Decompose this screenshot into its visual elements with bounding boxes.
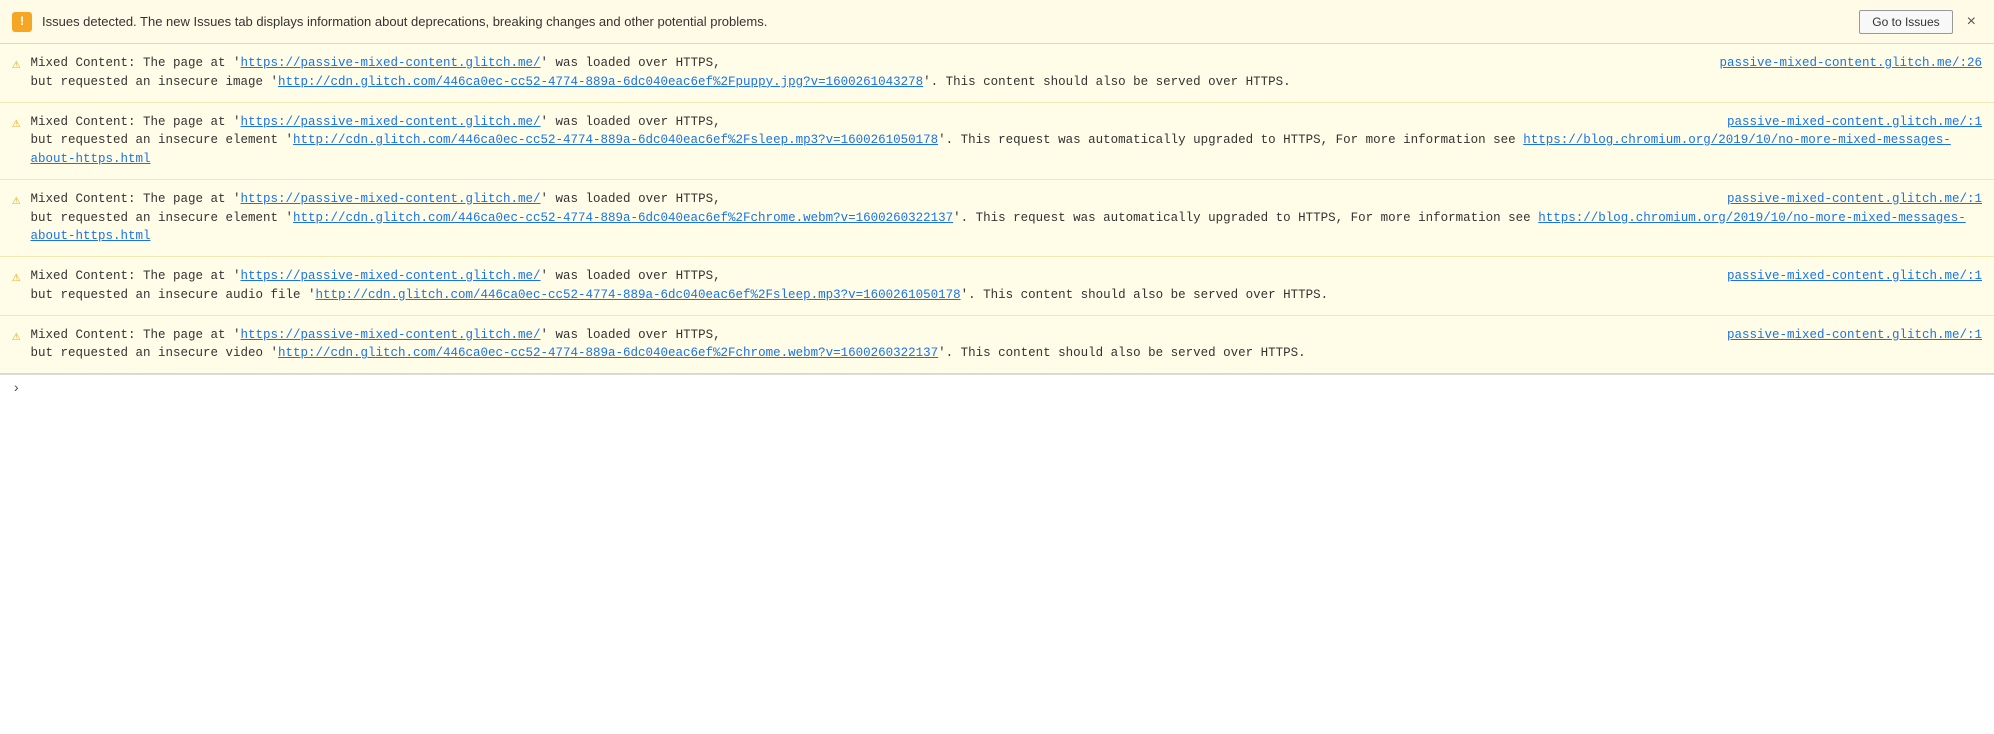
message-text: passive-mixed-content.glitch.me/:1Mixed … — [30, 267, 1982, 305]
chevron-right-icon[interactable]: › — [12, 381, 20, 397]
message-text: passive-mixed-content.glitch.me/:1Mixed … — [30, 326, 1982, 364]
message-text: passive-mixed-content.glitch.me/:1Mixed … — [30, 190, 1982, 246]
top-bar-left: ! Issues detected. The new Issues tab di… — [12, 12, 767, 32]
message-text: passive-mixed-content.glitch.me/:1Mixed … — [30, 113, 1982, 169]
message-row: ⚠ passive-mixed-content.glitch.me/:26Mixe… — [0, 44, 1994, 103]
warning-icon-top: ! — [12, 12, 32, 32]
page-url-link[interactable]: https://passive-mixed-content.glitch.me/ — [240, 192, 540, 206]
go-to-issues-button[interactable]: Go to Issues — [1859, 10, 1952, 34]
top-bar: ! Issues detected. The new Issues tab di… — [0, 0, 1994, 44]
resource-url-link[interactable]: http://cdn.glitch.com/446ca0ec-cc52-4774… — [293, 133, 938, 147]
message-row: ⚠ passive-mixed-content.glitch.me/:1Mixed… — [0, 103, 1994, 180]
top-bar-message: Issues detected. The new Issues tab disp… — [42, 14, 767, 29]
page-url-link[interactable]: https://passive-mixed-content.glitch.me/ — [240, 328, 540, 342]
message-row: ⚠ passive-mixed-content.glitch.me/:1Mixed… — [0, 180, 1994, 257]
warning-triangle-icon: ⚠ — [12, 268, 20, 289]
page-url-link[interactable]: https://passive-mixed-content.glitch.me/ — [240, 56, 540, 70]
resource-url-link[interactable]: http://cdn.glitch.com/446ca0ec-cc52-4774… — [278, 346, 938, 360]
warning-triangle-icon: ⚠ — [12, 55, 20, 76]
warning-triangle-icon: ⚠ — [12, 114, 20, 135]
message-row: ⚠ passive-mixed-content.glitch.me/:1Mixed… — [0, 316, 1994, 374]
resource-url-link[interactable]: http://cdn.glitch.com/446ca0ec-cc52-4774… — [278, 75, 923, 89]
resource-url-link[interactable]: http://cdn.glitch.com/446ca0ec-cc52-4774… — [293, 211, 953, 225]
source-link[interactable]: passive-mixed-content.glitch.me/:1 — [1727, 326, 1982, 345]
messages-container: ⚠ passive-mixed-content.glitch.me/:26Mixe… — [0, 44, 1994, 374]
source-link[interactable]: passive-mixed-content.glitch.me/:1 — [1727, 190, 1982, 209]
bottom-bar: › — [0, 374, 1994, 403]
page-url-link[interactable]: https://passive-mixed-content.glitch.me/ — [240, 115, 540, 129]
warning-triangle-icon: ⚠ — [12, 191, 20, 212]
close-button[interactable]: × — [1961, 12, 1982, 32]
resource-url-link[interactable]: http://cdn.glitch.com/446ca0ec-cc52-4774… — [315, 288, 960, 302]
source-link[interactable]: passive-mixed-content.glitch.me/:1 — [1727, 113, 1982, 132]
message-row: ⚠ passive-mixed-content.glitch.me/:1Mixed… — [0, 257, 1994, 316]
warning-triangle-icon: ⚠ — [12, 327, 20, 348]
source-link[interactable]: passive-mixed-content.glitch.me/:26 — [1719, 54, 1982, 73]
message-text: passive-mixed-content.glitch.me/:26Mixed… — [30, 54, 1982, 92]
source-link[interactable]: passive-mixed-content.glitch.me/:1 — [1727, 267, 1982, 286]
page-url-link[interactable]: https://passive-mixed-content.glitch.me/ — [240, 269, 540, 283]
top-bar-right: Go to Issues × — [1859, 10, 1982, 34]
